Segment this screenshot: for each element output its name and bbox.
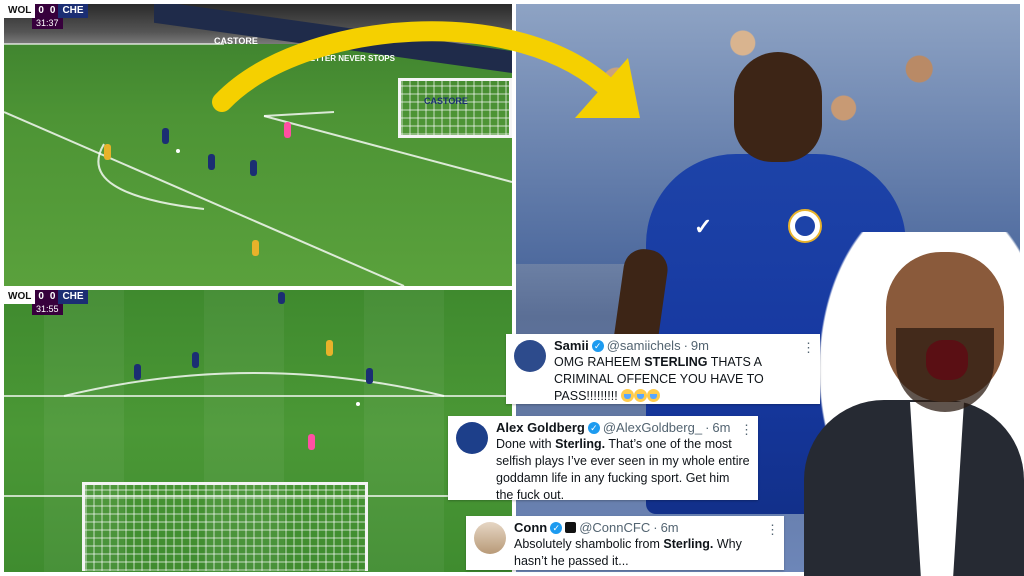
match-clock: 31:37 (32, 18, 63, 29)
display-name[interactable]: Alex Goldberg (496, 420, 585, 435)
ball (356, 402, 360, 406)
separator-dot: · (705, 420, 710, 435)
goalkeeper (284, 122, 291, 138)
timestamp[interactable]: 9m (691, 338, 709, 353)
player (104, 144, 111, 160)
home-score: 0 (35, 4, 47, 18)
goal-net (82, 482, 368, 571)
avatar[interactable] (514, 340, 546, 372)
verified-badge-icon: ✓ (550, 521, 563, 534)
scorebug: WOL 0 0 CHE (4, 4, 88, 18)
away-team: CHE (58, 290, 88, 304)
tweet-card[interactable]: Alex Goldberg ✓ @AlexGoldberg_ · 6m ⋮ Do… (448, 416, 758, 502)
nike-swoosh-icon: ✓ (694, 214, 713, 239)
tweet-text: OMG RAHEEM STERLING THATS A CRIMINAL OFF… (554, 354, 814, 405)
scorebug: WOL 0 0 CHE (4, 290, 88, 304)
verified-badge-icon: ✓ (591, 339, 604, 352)
handle[interactable]: @AlexGoldberg_ (603, 420, 702, 435)
away-team: CHE (58, 4, 88, 18)
tweet-card[interactable]: Conn ✓ @ConnCFC · 6m ⋮ Absolutely shambo… (466, 516, 784, 570)
verified-badge-icon: ✓ (587, 421, 600, 434)
handle[interactable]: @ConnCFC (579, 520, 650, 535)
player (366, 368, 373, 384)
tweet-card[interactable]: Samii ✓ @samiichels · 9m ⋮ OMG RAHEEM ST… (506, 334, 820, 404)
player (192, 352, 199, 368)
tweet-header: Alex Goldberg ✓ @AlexGoldberg_ · 6m (496, 420, 730, 435)
text-segment: Done with (496, 437, 556, 451)
display-name[interactable]: Conn (514, 520, 547, 535)
text-segment: OMG RAHEEM (554, 355, 645, 369)
goalkeeper (308, 434, 315, 450)
player (250, 160, 257, 176)
avatar[interactable] (456, 422, 488, 454)
timestamp[interactable]: 6m (712, 420, 730, 435)
home-team: WOL (4, 290, 36, 304)
player (134, 364, 141, 380)
away-score: 0 (46, 290, 59, 304)
avatar[interactable] (474, 522, 506, 554)
player-head (734, 52, 822, 162)
tweet-text: Done with Sterling. That’s one of the mo… (496, 436, 750, 504)
timestamp[interactable]: 6m (661, 520, 679, 535)
open-mouth (926, 340, 968, 380)
player (278, 292, 285, 304)
text-highlight: STERLING (644, 355, 708, 369)
crying-emoji-icon (621, 389, 635, 402)
crying-emoji-icon (647, 389, 661, 402)
player (162, 128, 169, 144)
pitch-screenshot-top: CASTORE BETTER NEVER STOPS CASTORE WOL 0… (4, 4, 512, 286)
player (326, 340, 333, 356)
text-segment: Absolutely shambolic from (514, 537, 664, 551)
separator-dot: · (683, 338, 688, 353)
reaction-cutout (800, 232, 1024, 576)
handle[interactable]: @samiichels (607, 338, 681, 353)
crying-emoji-icon (634, 389, 648, 402)
home-team: WOL (4, 4, 36, 18)
ball (176, 149, 180, 153)
away-score: 0 (46, 4, 59, 18)
pitch-screenshot-bottom: WOL 0 0 CHE 31:55 (4, 290, 512, 572)
tweet-header: Samii ✓ @samiichels · 9m (554, 338, 709, 353)
player (252, 240, 259, 256)
display-name[interactable]: Samii (554, 338, 589, 353)
match-clock: 31:55 (32, 304, 63, 315)
separator-dot: · (653, 520, 658, 535)
tweet-header: Conn ✓ @ConnCFC · 6m (514, 520, 679, 535)
affiliation-badge-icon (565, 522, 577, 533)
text-highlight: Sterling. (555, 437, 606, 451)
player (208, 154, 215, 170)
home-score: 0 (35, 290, 47, 304)
text-highlight: Sterling. (663, 537, 714, 551)
tweet-text: Absolutely shambolic from Sterling. Why … (514, 536, 776, 570)
